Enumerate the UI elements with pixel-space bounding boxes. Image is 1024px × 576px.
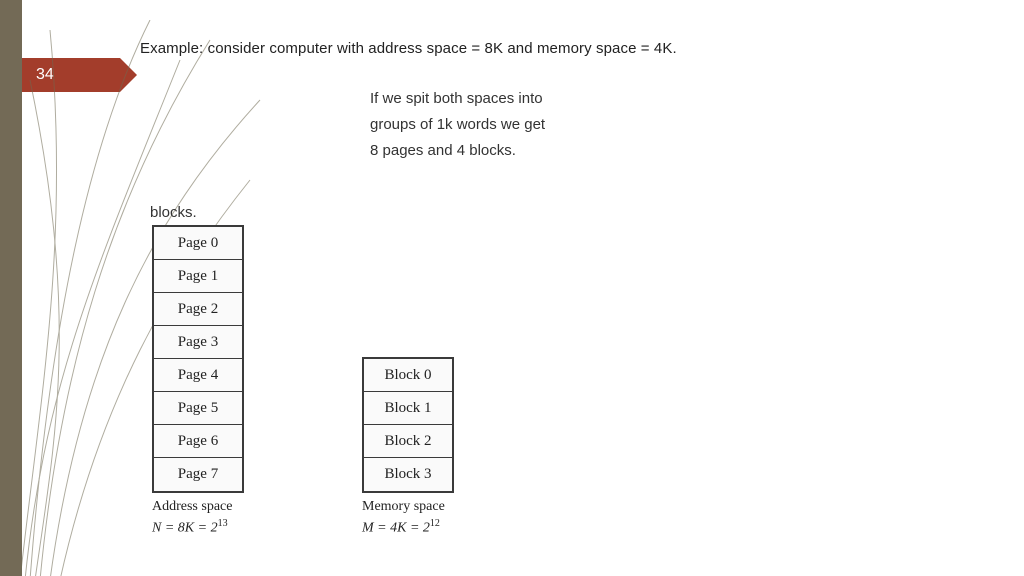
page-cell: Page 3 [154,326,242,359]
caption-sup: 13 [218,518,228,529]
caption-prefix: M = 4K = 2 [362,521,430,536]
blocks-word: blocks. [150,204,197,221]
slide-left-edge [0,0,22,576]
page-table: Page 0 Page 1 Page 2 Page 3 Page 4 Page … [152,225,244,493]
body-line: groups of 1k words we get [370,112,545,138]
caption-prefix: N = 8K = 2 [152,521,218,536]
body-text: If we spit both spaces into groups of 1k… [370,86,545,164]
memory-space-caption: Memory space M = 4K = 212 [362,498,445,537]
caption-line: Memory space [362,498,445,515]
block-cell: Block 0 [364,359,452,392]
body-line: If we spit both spaces into [370,86,545,112]
page-cell: Page 0 [154,227,242,260]
caption-line: Address space [152,498,232,515]
caption-sup: 12 [430,518,440,529]
page-cell: Page 4 [154,359,242,392]
caption-line: N = 8K = 213 [152,515,232,537]
example-heading: Example: consider computer with address … [140,40,677,57]
caption-line: M = 4K = 212 [362,515,445,537]
block-cell: Block 1 [364,392,452,425]
page-cell: Page 2 [154,293,242,326]
body-line: 8 pages and 4 blocks. [370,138,545,164]
block-cell: Block 3 [364,458,452,491]
slide-number-tag: 34 [22,58,120,92]
block-cell: Block 2 [364,425,452,458]
address-space-caption: Address space N = 8K = 213 [152,498,232,537]
page-cell: Page 6 [154,425,242,458]
page-cell: Page 1 [154,260,242,293]
slide-number: 34 [36,66,54,84]
page-cell: Page 5 [154,392,242,425]
block-table: Block 0 Block 1 Block 2 Block 3 [362,357,454,493]
page-cell: Page 7 [154,458,242,491]
